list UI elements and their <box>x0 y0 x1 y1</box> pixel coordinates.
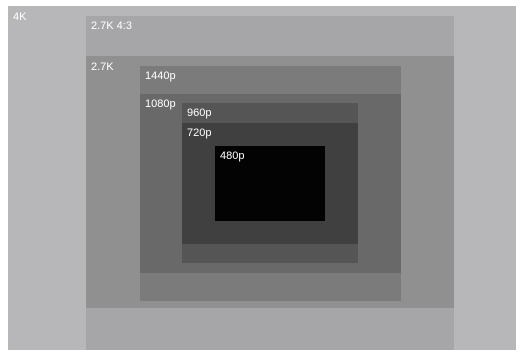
label-480p: 480p <box>220 150 245 162</box>
label-720p: 720p <box>187 127 212 139</box>
label-960p: 960p <box>187 107 212 119</box>
label-4k: 4K <box>13 11 27 23</box>
label-2-7k-4-3: 2.7K 4:3 <box>91 20 132 32</box>
resolution-comparison-diagram: 4K 2.7K 4:3 2.7K 1440p 1080p 960p 720p 4… <box>0 0 524 358</box>
label-1440p: 1440p <box>145 70 176 82</box>
label-2-7k: 2.7K <box>91 61 114 73</box>
label-1080p: 1080p <box>145 98 176 110</box>
